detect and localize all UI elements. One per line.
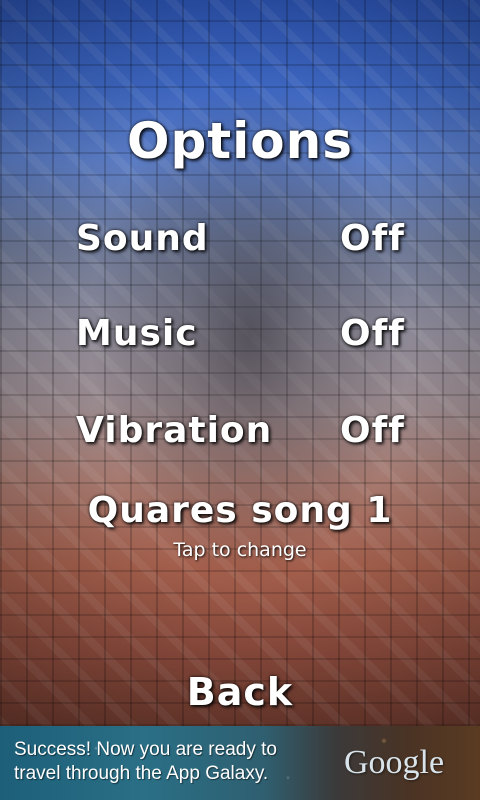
back-button[interactable]: Back [0, 670, 480, 714]
google-logo: Google [344, 744, 445, 781]
background-vignette [0, 0, 480, 726]
options-screen: Options Sound Off Music Off Vibration Of… [0, 0, 480, 800]
song-change-hint: Tap to change [173, 539, 307, 561]
music-toggle[interactable]: Off [340, 313, 405, 354]
sound-label[interactable]: Sound [76, 218, 209, 259]
vibration-label[interactable]: Vibration [76, 410, 272, 451]
page-title: Options [126, 112, 354, 170]
vibration-toggle[interactable]: Off [340, 410, 405, 451]
song-selector[interactable]: Quares song 1 [0, 490, 480, 531]
ad-message: Success! Now you are ready to travel thr… [14, 739, 277, 784]
music-label[interactable]: Music [76, 313, 198, 354]
sound-toggle[interactable]: Off [340, 218, 405, 259]
ad-banner[interactable]: Success! Now you are ready to travel thr… [0, 726, 480, 800]
